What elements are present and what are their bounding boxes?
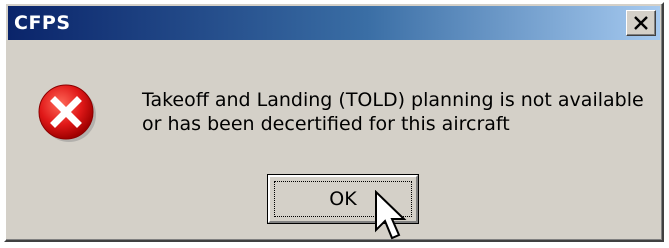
error-message: Takeoff and Landing (TOLD) planning is n… bbox=[142, 88, 662, 136]
ok-button[interactable]: OK bbox=[267, 174, 419, 224]
message-line-2: or has been decertified for this aircraf… bbox=[142, 113, 510, 135]
window-title: CFPS bbox=[14, 12, 71, 34]
error-dialog: CFPS Takeoff and Landing (TOLD) planning… bbox=[4, 2, 664, 242]
close-button[interactable] bbox=[626, 10, 656, 36]
ok-button-label: OK bbox=[329, 188, 357, 210]
message-line-1: Takeoff and Landing (TOLD) planning is n… bbox=[142, 89, 644, 111]
close-icon bbox=[634, 16, 648, 30]
error-icon bbox=[38, 84, 96, 142]
title-bar[interactable]: CFPS bbox=[8, 6, 660, 40]
